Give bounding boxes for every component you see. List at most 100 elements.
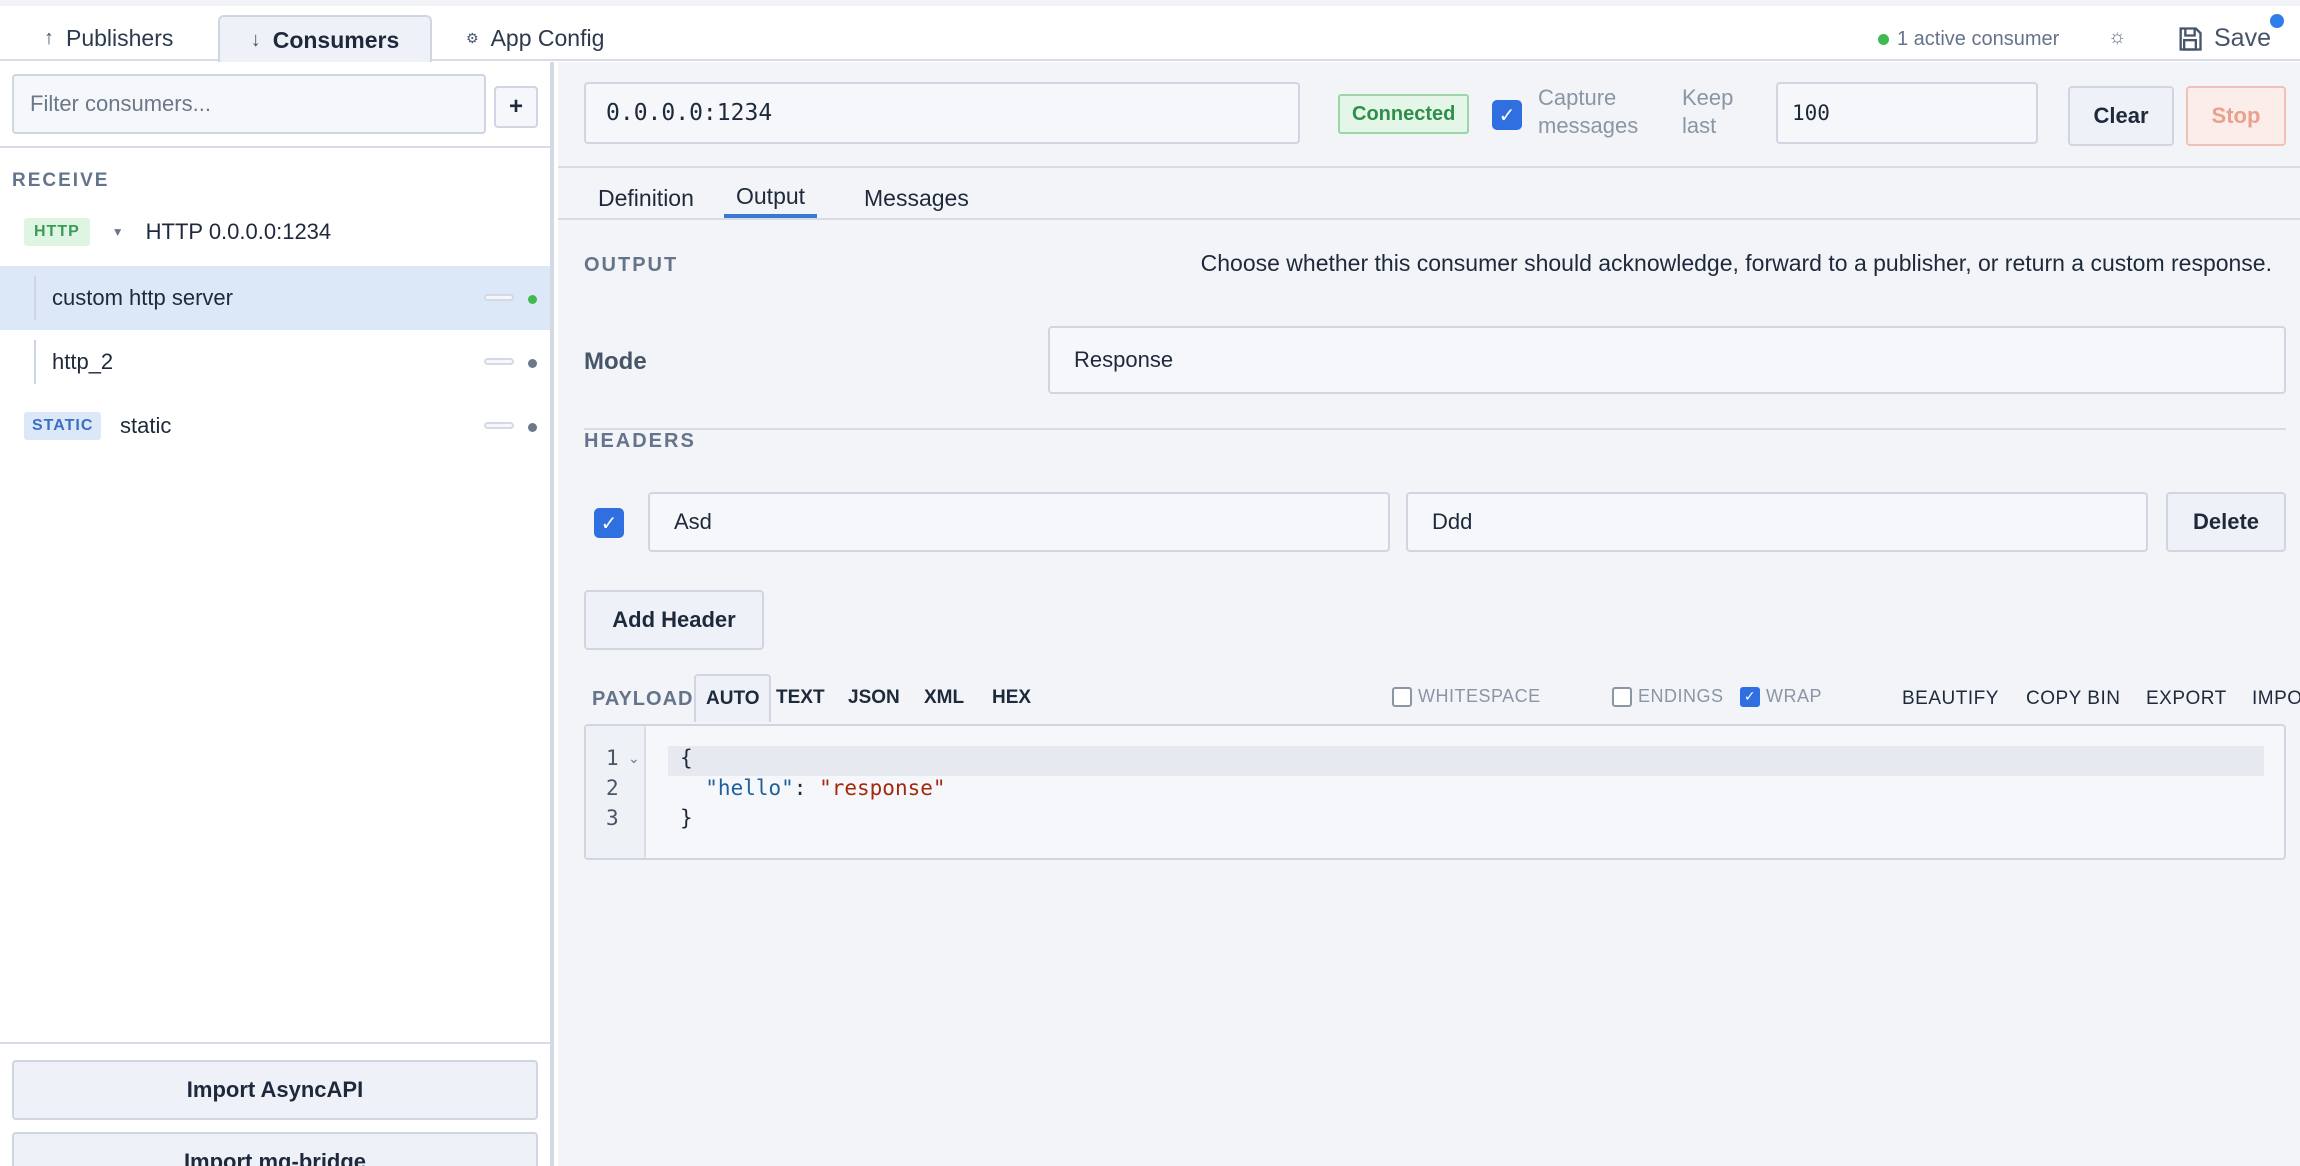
copy-bin-button[interactable]: COPY BIN: [2026, 688, 2120, 710]
line-number: 2: [606, 776, 619, 800]
tab-publishers[interactable]: ↑ Publishers: [18, 15, 199, 61]
checkbox-icon[interactable]: [1612, 686, 1632, 707]
wrap-label: WRAP: [1766, 686, 1822, 706]
active-consumers-indicator: 1 active consumer: [1878, 28, 2059, 51]
section-receive-label: RECEIVE: [12, 170, 110, 191]
json-key: "hello": [680, 776, 794, 800]
consumer-name: static: [120, 413, 172, 438]
toggle-pill[interactable]: [484, 422, 514, 429]
consumer-name: http_2: [52, 349, 114, 374]
divider: [0, 1042, 550, 1044]
divider: [584, 428, 2286, 430]
tab-messages[interactable]: Messages: [852, 178, 981, 218]
consumer-item-static[interactable]: STATIC static: [0, 394, 550, 458]
format-hex-tab[interactable]: HEX: [982, 674, 1041, 722]
payload-label: PAYLOAD: [592, 688, 694, 710]
status-dot-icon: [1878, 34, 1889, 45]
consumer-item-custom-http-server[interactable]: custom http server: [0, 266, 550, 330]
format-xml-tab[interactable]: XML: [914, 674, 974, 722]
import-mq-bridge-button[interactable]: Import mq-bridge: [12, 1132, 538, 1166]
tab-publishers-label: Publishers: [66, 24, 174, 51]
tab-definition[interactable]: Definition: [586, 178, 706, 218]
filter-placeholder: Filter consumers...: [30, 91, 211, 116]
mode-select[interactable]: Response: [1048, 326, 2286, 394]
line-number: 3: [606, 806, 619, 830]
theme-toggle-icon[interactable]: ☼: [2108, 26, 2126, 49]
line-gutter: 1 ⌄ 2 3: [586, 726, 646, 858]
chevron-down-icon[interactable]: ▼: [112, 225, 124, 239]
stop-button[interactable]: Stop: [2186, 86, 2286, 146]
mode-value: Response: [1074, 347, 1174, 372]
add-header-button[interactable]: Add Header: [584, 590, 764, 650]
address-input[interactable]: 0.0.0.0:1234: [584, 82, 1300, 144]
line-number: 1: [606, 746, 619, 770]
output-section-label: OUTPUT: [584, 254, 679, 276]
export-button[interactable]: EXPORT: [2146, 688, 2227, 710]
consumer-subtabs: Definition Output Messages: [558, 168, 2300, 220]
arrow-down-icon: ↓: [250, 28, 261, 51]
tree-guide: [34, 340, 36, 384]
active-consumers-text: 1 active consumer: [1897, 28, 2060, 50]
endings-label: ENDINGS: [1638, 686, 1724, 706]
checkbox-checked-icon[interactable]: ✓: [1740, 686, 1760, 707]
import-button[interactable]: IMPORT: [2252, 688, 2300, 710]
format-text-tab[interactable]: TEXT: [766, 674, 835, 722]
status-dot-icon: [528, 423, 537, 432]
http-badge: HTTP: [24, 218, 90, 246]
tab-consumers-label: Consumers: [272, 26, 400, 53]
wrap-option[interactable]: ✓ WRAP: [1740, 686, 1822, 707]
header-key-input[interactable]: Asd: [648, 492, 1390, 552]
save-icon: [2179, 26, 2202, 51]
header-value-input[interactable]: Ddd: [1406, 492, 2148, 552]
keep-last-value: 100: [1792, 101, 1830, 125]
import-asyncapi-button[interactable]: Import AsyncAPI: [12, 1060, 538, 1120]
top-tab-bar: ↑ Publishers ↓ Consumers ⚙ App Config 1 …: [0, 6, 2300, 63]
clear-button[interactable]: Clear: [2068, 86, 2174, 146]
toggle-pill[interactable]: [484, 358, 514, 365]
http-group-header[interactable]: HTTP ▼ HTTP 0.0.0.0:1234: [24, 218, 331, 246]
tab-app-config-label: App Config: [490, 24, 605, 51]
payload-editor[interactable]: 1 ⌄ 2 3 { "hello": "response" }: [584, 724, 2286, 860]
tree-guide: [34, 276, 36, 320]
mode-label: Mode: [584, 348, 647, 375]
save-button[interactable]: Save: [2176, 24, 2271, 53]
consumer-item-http-2[interactable]: http_2: [0, 330, 550, 394]
tab-output[interactable]: Output: [724, 178, 818, 218]
delete-header-button[interactable]: Delete: [2166, 492, 2286, 552]
code-line-2: "hello": "response": [680, 776, 946, 800]
add-consumer-button[interactable]: +: [494, 86, 538, 128]
endings-option[interactable]: ENDINGS: [1612, 686, 1724, 707]
capture-messages-checkbox[interactable]: ✓: [1492, 100, 1522, 130]
checkbox-icon[interactable]: [1392, 686, 1412, 707]
payload-toolbar: PAYLOAD AUTO TEXT JSON XML HEX WHITESPAC…: [584, 674, 2300, 722]
address-value: 0.0.0.0:1234: [606, 100, 773, 126]
code-line-1: {: [680, 746, 693, 770]
tab-app-config[interactable]: ⚙ App Config: [440, 15, 630, 61]
json-string: "response": [819, 776, 946, 800]
status-dot-icon: [528, 295, 537, 304]
status-badge: Connected: [1338, 94, 1470, 134]
whitespace-option[interactable]: WHITESPACE: [1392, 686, 1541, 707]
active-line-highlight: [668, 746, 2264, 776]
beautify-button[interactable]: BEAUTIFY: [1902, 688, 1999, 710]
capture-messages-label: Capture messages: [1538, 85, 1639, 138]
header-key-value: Asd: [674, 509, 712, 534]
main-panel: 0.0.0.0:1234 Connected ✓ Capture message…: [558, 62, 2300, 1166]
whitespace-label: WHITESPACE: [1418, 686, 1541, 706]
status-dot-icon: [528, 359, 537, 368]
toggle-pill[interactable]: [484, 294, 514, 301]
format-auto-tab[interactable]: AUTO: [694, 674, 772, 722]
filter-consumers-input[interactable]: Filter consumers...: [12, 74, 486, 134]
sidebar: Filter consumers... + RECEIVE HTTP ▼ HTT…: [0, 62, 554, 1166]
gear-icon: ⚙: [466, 29, 479, 46]
format-json-tab[interactable]: JSON: [838, 674, 910, 722]
header-enabled-checkbox[interactable]: ✓: [594, 508, 624, 538]
connection-bar: 0.0.0.0:1234 Connected ✓ Capture message…: [558, 62, 2300, 168]
fold-chevron-icon[interactable]: ⌄: [628, 750, 640, 767]
tab-consumers[interactable]: ↓ Consumers: [218, 15, 432, 63]
keep-last-input[interactable]: 100: [1776, 82, 2038, 144]
static-badge: STATIC: [24, 412, 102, 440]
output-description: Choose whether this consumer should ackn…: [1200, 250, 2272, 276]
code-line-3: }: [680, 806, 693, 830]
header-value-value: Ddd: [1432, 509, 1473, 534]
